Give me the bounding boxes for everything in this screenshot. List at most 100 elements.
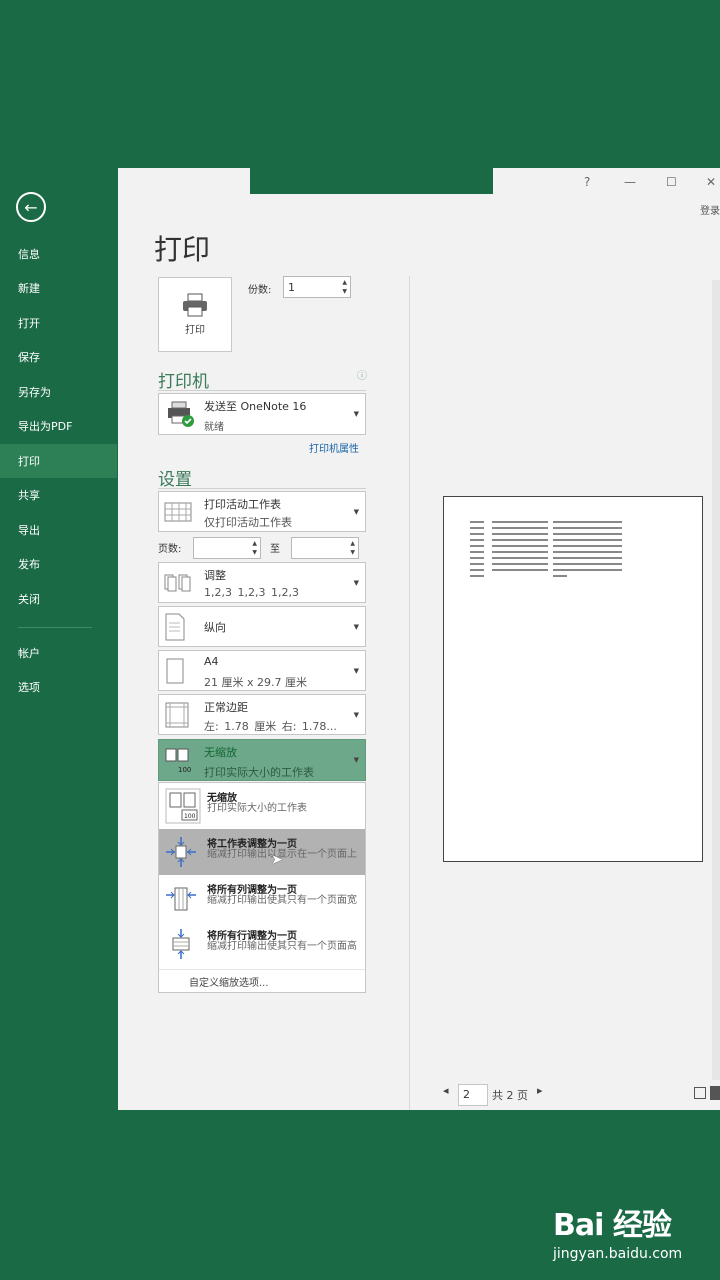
spin-down-icon[interactable]: ▼ xyxy=(350,550,355,556)
print-what-select[interactable]: 打印活动工作表 仅打印活动工作表 ▼ xyxy=(158,491,366,532)
sign-in-link[interactable]: 登录 xyxy=(700,202,720,217)
print-what-label: 打印活动工作表 xyxy=(204,498,281,511)
nav-new[interactable]: 新建 xyxy=(0,271,117,305)
svg-text:100: 100 xyxy=(178,766,191,774)
menu-divider xyxy=(159,969,365,970)
title-bar-notch xyxy=(250,168,493,194)
paper-size-select[interactable]: A4 21 厘米 x 29.7 厘米 ▼ xyxy=(158,650,366,691)
orientation-select[interactable]: 纵向 ▼ xyxy=(158,606,366,647)
to-label: 至 xyxy=(270,544,280,555)
nav-info[interactable]: 信息 xyxy=(0,237,117,271)
paper-size-desc: 21 厘米 x 29.7 厘米 xyxy=(204,676,307,689)
margins-desc: 左: 1.78 厘米 右: 1.78... xyxy=(204,720,337,733)
collate-icon xyxy=(164,574,191,591)
nav-share[interactable]: 共享 xyxy=(0,478,117,512)
page-title: 打印 xyxy=(154,233,211,266)
menu-item-desc: 缩减打印输出使其只有一个页面宽 xyxy=(207,895,357,906)
minimize-button[interactable]: — xyxy=(624,175,636,189)
printer-icon xyxy=(183,293,207,317)
orientation-label: 纵向 xyxy=(204,621,226,634)
no-scaling-icon: 100 xyxy=(165,748,191,774)
spin-down-icon[interactable]: ▼ xyxy=(342,289,347,295)
chevron-down-icon: ▼ xyxy=(353,578,359,587)
spin-up-icon[interactable]: ▲ xyxy=(342,280,347,286)
arrow-left-icon: ← xyxy=(24,197,38,217)
chevron-down-icon: ▼ xyxy=(353,622,359,631)
prev-page-icon[interactable]: ◂ xyxy=(443,1084,449,1097)
maximize-button[interactable]: ☐ xyxy=(666,175,677,189)
zoom-to-page-icon[interactable] xyxy=(710,1086,720,1100)
menu-item-desc: 打印实际大小的工作表 xyxy=(207,803,307,814)
margins-icon xyxy=(165,702,189,727)
spin-down-icon[interactable]: ▼ xyxy=(252,550,257,556)
show-margins-icon[interactable] xyxy=(694,1087,706,1099)
pane-divider xyxy=(409,276,410,1110)
custom-scaling-link[interactable]: 自定义缩放选项... xyxy=(189,974,269,989)
menu-item-desc: 缩减打印输出使其只有一个页面高 xyxy=(207,941,357,952)
nav-export-pdf[interactable]: 导出为PDF xyxy=(0,409,117,443)
printer-name: 发送至 OneNote 16 xyxy=(204,400,307,413)
margins-select[interactable]: 正常边距 左: 1.78 厘米 右: 1.78... ▼ xyxy=(158,694,366,735)
portrait-page-icon xyxy=(165,613,185,640)
scaling-label: 无缩放 xyxy=(204,746,237,759)
nav-print[interactable]: 打印 xyxy=(0,444,117,478)
copies-input[interactable]: 1 ▲ ▼ xyxy=(283,276,351,298)
print-button[interactable]: 打印 xyxy=(158,277,232,352)
menu-item-fit-rows[interactable]: 将所有行调整为一页 缩减打印输出使其只有一个页面高 xyxy=(159,921,365,967)
nav-close[interactable]: 关闭 xyxy=(0,582,117,616)
chevron-down-icon: ▼ xyxy=(353,410,359,418)
scaling-select[interactable]: 100 无缩放 打印实际大小的工作表 ▼ xyxy=(158,739,366,781)
printer-ready-icon xyxy=(168,401,194,427)
fit-columns-icon xyxy=(166,887,196,911)
fit-sheet-icon xyxy=(166,837,196,867)
nav-divider xyxy=(18,627,92,628)
collate-label: 调整 xyxy=(204,569,226,582)
pages-label: 页数: xyxy=(158,544,182,555)
nav-account[interactable]: 帐户 xyxy=(0,636,117,670)
nav-open[interactable]: 打开 xyxy=(0,306,117,340)
fit-rows-icon xyxy=(172,929,190,959)
menu-item-title: 将所有行调整为一页 xyxy=(207,931,297,942)
menu-item-no-scaling[interactable]: 100 无缩放 打印实际大小的工作表 xyxy=(159,783,365,829)
spin-up-icon[interactable]: ▲ xyxy=(252,541,257,547)
collate-desc: 1,2,3 1,2,3 1,2,3 xyxy=(204,586,299,599)
copies-label: 份数: xyxy=(248,285,272,296)
svg-text:100: 100 xyxy=(184,813,196,820)
preview-scrollbar[interactable] xyxy=(712,280,720,1080)
next-page-icon[interactable]: ▸ xyxy=(537,1084,543,1097)
pages-to-input[interactable]: ▲ ▼ xyxy=(291,537,359,559)
baidu-jingyan-logo: Bai 经验 xyxy=(553,1208,672,1243)
menu-item-fit-columns[interactable]: 将所有列调整为一页 缩减打印输出使其只有一个页面宽 xyxy=(159,875,365,921)
info-icon[interactable]: ⓘ xyxy=(357,367,367,382)
back-button[interactable]: ← xyxy=(16,192,46,222)
close-button[interactable]: ✕ xyxy=(706,175,716,189)
print-what-desc: 仅打印活动工作表 xyxy=(204,516,292,529)
nav-options[interactable]: 选项 xyxy=(0,670,117,704)
pages-from-input[interactable]: ▲ ▼ xyxy=(193,537,261,559)
nav-save-as[interactable]: 另存为 xyxy=(0,375,117,409)
paper-icon xyxy=(166,658,184,683)
mouse-cursor-icon: ➤ xyxy=(271,852,283,868)
nav-export[interactable]: 导出 xyxy=(0,513,117,547)
sheet-content-preview xyxy=(470,521,622,577)
scaling-desc: 打印实际大小的工作表 xyxy=(204,766,314,779)
chevron-down-icon: ▼ xyxy=(353,710,359,719)
printer-select[interactable]: 发送至 OneNote 16 就绪 ▼ xyxy=(158,393,366,435)
scaling-menu: 100 无缩放 打印实际大小的工作表 将工作表调整为一页 缩减打印输出以显示在一… xyxy=(158,782,366,993)
help-button[interactable]: ? xyxy=(584,175,590,189)
collate-select[interactable]: 调整 1,2,3 1,2,3 1,2,3 ▼ xyxy=(158,562,366,603)
watermark-url: jingyan.baidu.com xyxy=(553,1246,683,1262)
paper-size-label: A4 xyxy=(204,655,219,668)
chevron-down-icon: ▼ xyxy=(353,666,359,675)
page-number-input[interactable]: 2 xyxy=(458,1084,488,1106)
printer-properties-link[interactable]: 打印机属性 xyxy=(309,440,359,455)
printer-section-title: 打印机 xyxy=(158,372,209,392)
spin-up-icon[interactable]: ▲ xyxy=(350,541,355,547)
menu-item-fit-sheet[interactable]: 将工作表调整为一页 缩减打印输出以显示在一个页面上 xyxy=(159,829,365,875)
nav-publish[interactable]: 发布 xyxy=(0,547,117,581)
chevron-down-icon: ▼ xyxy=(353,507,359,516)
menu-item-title: 无缩放 xyxy=(207,793,237,804)
chevron-down-icon: ▼ xyxy=(353,756,359,764)
nav-save[interactable]: 保存 xyxy=(0,340,117,374)
print-button-label: 打印 xyxy=(185,325,205,336)
